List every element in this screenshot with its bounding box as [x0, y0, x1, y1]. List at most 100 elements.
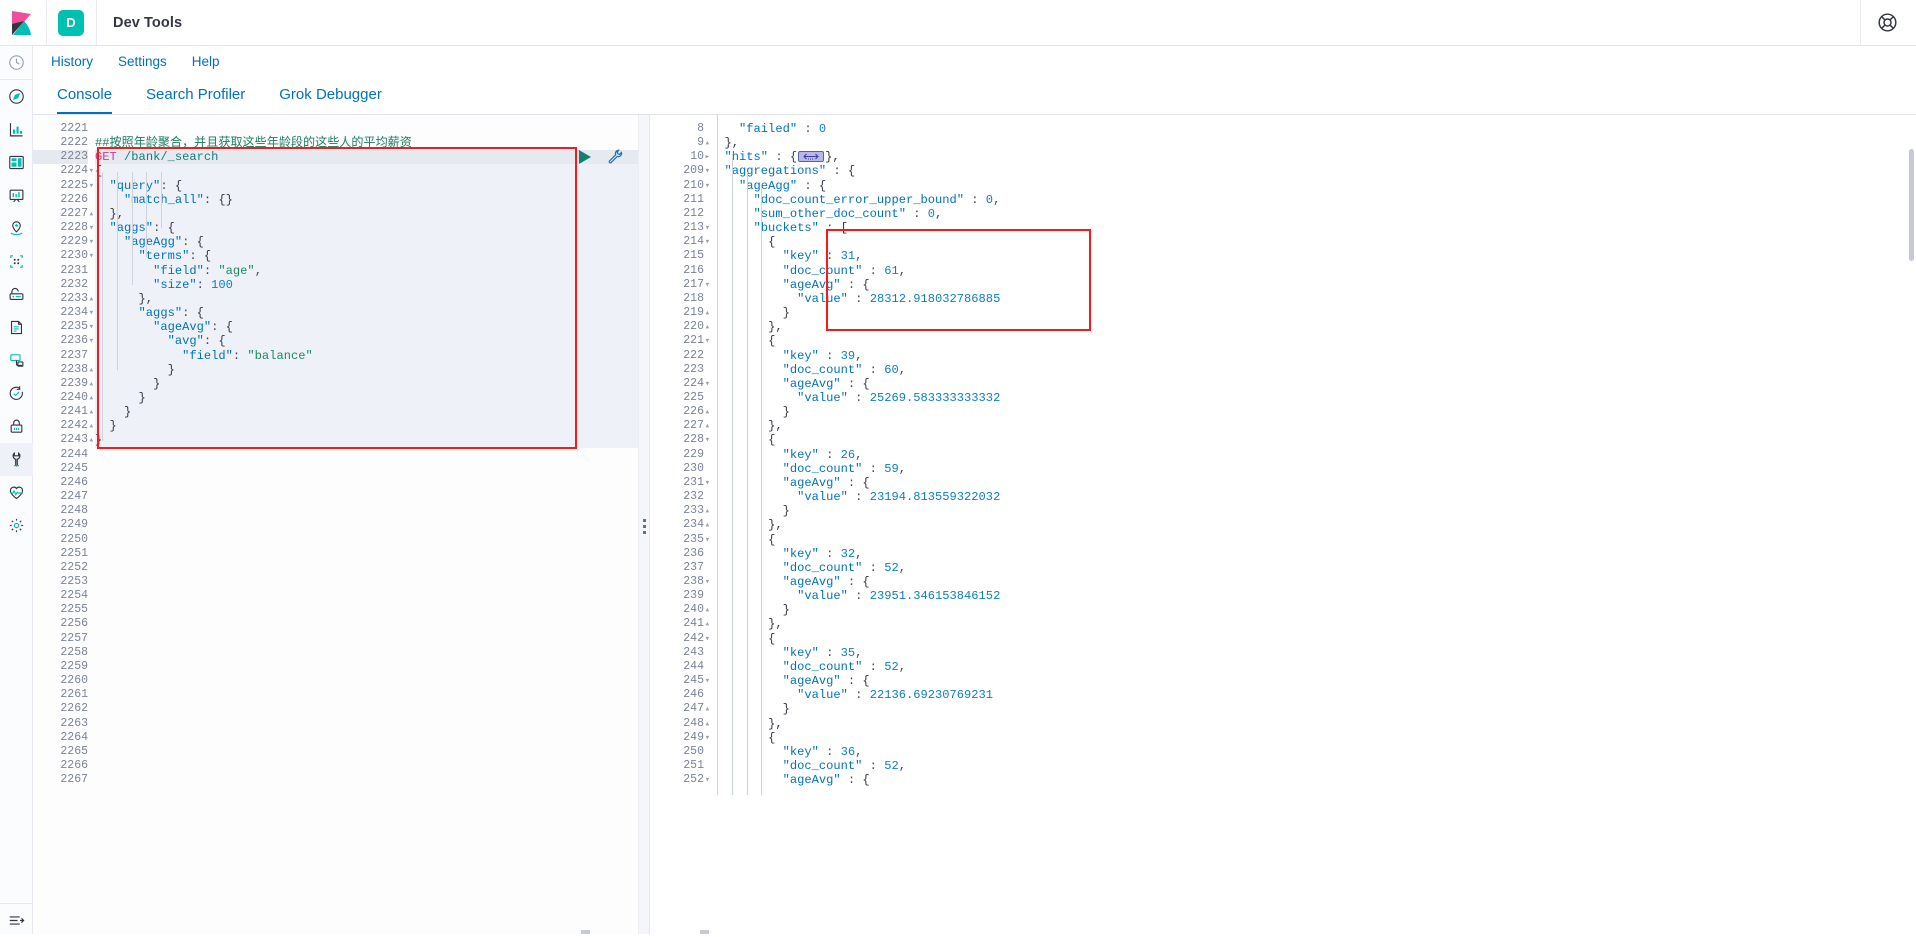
sidebar-collapse-toggle[interactable]	[0, 904, 33, 937]
fold-toggle-icon[interactable]: ▴	[703, 136, 710, 150]
fold-toggle-icon[interactable]: ▾	[703, 476, 710, 490]
menu-item-help[interactable]: Help	[192, 54, 220, 69]
tab-grok-debugger[interactable]: Grok Debugger	[279, 86, 382, 114]
fold-toggle-icon[interactable]: ▴	[87, 377, 94, 391]
sidebar-item-apm[interactable]	[0, 344, 33, 377]
fold-toggle-icon[interactable]: ▴	[87, 405, 94, 419]
code-line	[95, 518, 638, 532]
fold-toggle-icon[interactable]: ▾	[703, 632, 710, 646]
menu-item-history[interactable]: History	[51, 54, 93, 69]
sidebar-item-canvas[interactable]	[0, 179, 33, 212]
fold-toggle-icon[interactable]: ▾	[87, 320, 94, 334]
line-number: 2223	[33, 150, 88, 164]
fold-toggle-icon[interactable]: ▴	[87, 419, 94, 433]
fold-toggle-icon[interactable]: ▾	[87, 221, 94, 235]
fold-toggle-icon[interactable]: ▾	[703, 377, 710, 391]
pane-splitter[interactable]	[638, 115, 650, 937]
fold-toggle-icon[interactable]: ▴	[703, 717, 710, 731]
sidebar-item-machine-learning[interactable]	[0, 245, 33, 278]
fold-toggle-icon[interactable]: ▴	[87, 391, 94, 405]
sidebar-item-stack-monitoring[interactable]	[0, 476, 33, 509]
code-line	[95, 660, 638, 674]
fold-toggle-icon[interactable]: ▴	[703, 306, 710, 320]
fold-toggle-icon[interactable]: ▾	[703, 433, 710, 447]
fold-toggle-icon[interactable]: ▾	[703, 533, 710, 547]
sidebar-item-recently-viewed[interactable]	[0, 46, 33, 79]
fold-toggle-icon[interactable]: ▾	[703, 278, 710, 292]
fold-toggle-icon[interactable]: ▾	[87, 235, 94, 249]
fold-toggle-icon[interactable]: ▾	[87, 179, 94, 193]
fold-toggle-icon[interactable]: ▾	[703, 731, 710, 745]
fold-toggle-icon[interactable]: ▴	[703, 603, 710, 617]
fold-toggle-icon[interactable]: ▾	[87, 334, 94, 348]
fold-toggle-icon[interactable]: ▴	[703, 617, 710, 631]
line-number: 215	[650, 249, 704, 263]
request-options-wrench-button[interactable]	[607, 148, 624, 165]
kibana-home-link[interactable]	[0, 0, 47, 45]
fold-toggle-icon[interactable]: ▴	[703, 419, 710, 433]
code-line: "key" : 26,	[710, 448, 1916, 462]
fold-toggle-icon[interactable]: ▸	[703, 150, 710, 164]
fold-toggle-icon[interactable]: ▾	[87, 164, 94, 178]
fold-toggle-icon[interactable]: ▾	[703, 179, 710, 193]
line-number: 240▴	[650, 603, 704, 617]
response-vertical-scrollbar[interactable]	[1906, 115, 1916, 937]
app-body: History Settings Help Console Search Pro…	[0, 46, 1916, 937]
fold-toggle-icon[interactable]: ▴	[87, 292, 94, 306]
code-line: "query": {	[95, 179, 638, 193]
sidebar-item-logs[interactable]	[0, 311, 33, 344]
sidebar-item-management[interactable]	[0, 509, 33, 542]
fold-toggle-icon[interactable]: ▴	[703, 504, 710, 518]
sidebar-item-siem-security[interactable]	[0, 410, 33, 443]
fold-toggle-icon[interactable]: ▾	[703, 221, 710, 235]
request-code-area[interactable]: ##按照年龄聚合，并且获取这些年龄段的这些人的平均薪资GET /bank/_se…	[95, 115, 638, 937]
indent-guide	[732, 158, 733, 796]
code-line: "doc_count" : 52,	[710, 660, 1916, 674]
line-number: 2244	[33, 448, 88, 462]
code-line	[95, 717, 638, 731]
tab-console[interactable]: Console	[57, 86, 112, 114]
fold-toggle-icon[interactable]: ▾	[703, 334, 710, 348]
fold-toggle-icon[interactable]: ▾	[703, 235, 710, 249]
fold-toggle-icon[interactable]: ▴	[703, 518, 710, 532]
sidebar-item-maps[interactable]	[0, 212, 33, 245]
response-vscroll-thumb[interactable]	[1909, 149, 1914, 261]
tab-search-profiler[interactable]: Search Profiler	[146, 86, 245, 114]
code-line: },	[710, 617, 1916, 631]
collapsed-region-badge[interactable]	[798, 151, 824, 162]
response-line-numbers: 89▴10▸209▾210▾211212213▾214▾215216217▾21…	[650, 115, 710, 937]
fold-toggle-icon[interactable]: ▾	[703, 164, 710, 178]
line-number: 2230▾	[33, 249, 88, 263]
arrow-to-right-icon	[8, 912, 25, 929]
response-code-area[interactable]: "failed" : 0 }, "hits" : {}, "aggregatio…	[710, 115, 1916, 937]
line-number: 222	[650, 349, 704, 363]
send-request-play-button[interactable]	[579, 150, 591, 164]
sidebar-item-uptime[interactable]	[0, 377, 33, 410]
line-number: 235▾	[650, 533, 704, 547]
fold-toggle-icon[interactable]: ▴	[87, 433, 94, 447]
sidebar-item-infrastructure[interactable]	[0, 278, 33, 311]
sidebar-item-dev-tools[interactable]	[0, 443, 33, 476]
header-help-button[interactable]	[1860, 0, 1916, 45]
line-number: 2249	[33, 518, 88, 532]
request-code[interactable]: ##按照年龄聚合，并且获取这些年龄段的这些人的平均薪资GET /bank/_se…	[95, 122, 638, 787]
fold-toggle-icon[interactable]: ▴	[703, 702, 710, 716]
sidebar-item-dashboard[interactable]	[0, 146, 33, 179]
line-number: 214▾	[650, 235, 704, 249]
fold-toggle-icon[interactable]: ▾	[703, 674, 710, 688]
response-pane[interactable]: 89▴10▸209▾210▾211212213▾214▾215216217▾21…	[650, 115, 1916, 937]
menu-item-settings[interactable]: Settings	[118, 54, 167, 69]
line-number: 213▾	[650, 221, 704, 235]
sidebar-item-discover[interactable]	[0, 80, 33, 113]
fold-toggle-icon[interactable]: ▾	[703, 575, 710, 589]
fold-toggle-icon[interactable]: ▴	[703, 320, 710, 334]
fold-toggle-icon[interactable]: ▴	[703, 405, 710, 419]
sidebar-item-visualize[interactable]	[0, 113, 33, 146]
fold-toggle-icon[interactable]: ▴	[87, 207, 94, 221]
canvas-easel-icon	[8, 187, 25, 204]
fold-toggle-icon[interactable]: ▾	[703, 773, 710, 787]
fold-toggle-icon[interactable]: ▴	[87, 363, 94, 377]
request-editor-pane[interactable]: 2221222222232224▾2225▾22262227▴2228▾2229…	[33, 115, 638, 937]
fold-toggle-icon[interactable]: ▾	[87, 306, 94, 320]
fold-toggle-icon[interactable]: ▾	[87, 249, 94, 263]
